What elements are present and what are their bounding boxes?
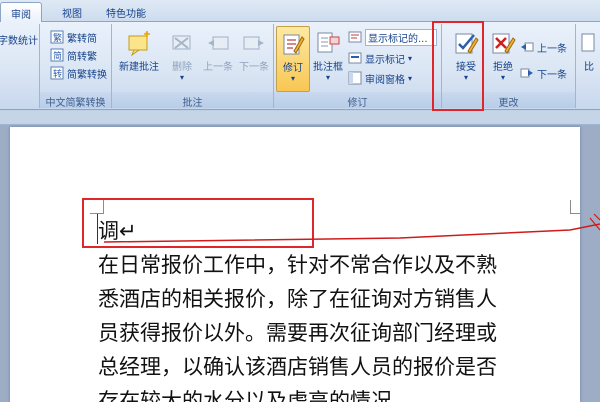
track-changes-button[interactable]: 修订 ▾ xyxy=(276,26,310,92)
show-markup-icon xyxy=(348,52,362,64)
chinese-convert-button[interactable]: 转 简繁转换 xyxy=(50,64,107,82)
reject-icon xyxy=(492,33,516,54)
tab-review[interactable]: 审阅 xyxy=(0,2,42,22)
ribbon: 字数统计 繁 繁转简 简 简转繁 转 简繁转换 中文简繁转换 新建批注 删除 ▾… xyxy=(0,22,600,110)
group-compare: 比 xyxy=(576,24,600,108)
revision-connector-line xyxy=(103,213,600,243)
document-line-4: 员获得报价以外。需要再次征询部门经理或 xyxy=(98,321,497,345)
document-line-6: 存在较大的水分以及虚高的情况 xyxy=(98,389,392,402)
chinese-convert-icon: 转 xyxy=(50,66,64,80)
svg-text:转: 转 xyxy=(53,68,62,80)
delete-comment-button[interactable]: 删除 ▾ xyxy=(164,26,200,90)
document-line-2: 在日常报价工作中，针对不常合作以及不熟 xyxy=(98,253,497,277)
chevron-down-icon: ▾ xyxy=(408,53,413,63)
previous-comment-button[interactable]: 上一条 xyxy=(200,26,236,90)
svg-text:繁: 繁 xyxy=(53,32,62,44)
ribbon-tab-strip: 审阅 视图 特色功能 xyxy=(0,0,600,22)
horizontal-ruler xyxy=(0,111,600,125)
simp-to-trad-button[interactable]: 简 简转繁 xyxy=(50,46,97,64)
group-label-tracking: 修订 xyxy=(274,92,441,109)
group-proofing: 字数统计 xyxy=(0,24,40,108)
group-chinese-conversion: 繁 繁转简 简 简转繁 转 简繁转换 中文简繁转换 xyxy=(40,24,112,109)
balloons-icon xyxy=(317,32,340,53)
markup-mode-dropdown[interactable]: 显示标记的... xyxy=(348,28,440,46)
compare-button[interactable]: 比 xyxy=(578,26,600,90)
word-count-label: 字数统计 xyxy=(0,35,38,47)
markup-mode-value: 显示标记的... xyxy=(365,28,437,46)
next-change-icon xyxy=(520,68,533,78)
track-changes-icon xyxy=(283,34,305,55)
previous-change-button[interactable]: 上一条 xyxy=(520,38,567,56)
new-comment-icon xyxy=(128,31,150,56)
group-label-comments: 批注 xyxy=(112,92,273,109)
previous-comment-icon xyxy=(208,36,229,50)
document-line-3: 悉酒店的相关报价，除了在征询对方销售人 xyxy=(98,287,497,311)
next-comment-button[interactable]: 下一条 xyxy=(236,26,272,90)
previous-change-icon xyxy=(521,42,534,52)
svg-text:简: 简 xyxy=(53,50,62,62)
delete-comment-icon xyxy=(172,35,191,50)
next-change-button[interactable]: 下一条 xyxy=(520,64,567,82)
group-tracking: 修订 ▾ 批注框 ▾ 显示标记的... 显示标记 ▾ 审阅窗格 ▾ 修订 xyxy=(274,24,442,109)
trad-to-simp-button[interactable]: 繁 繁转简 xyxy=(50,28,97,46)
reviewing-pane-button[interactable]: 审阅窗格 ▾ xyxy=(348,69,412,87)
compare-icon xyxy=(581,33,595,52)
next-comment-icon xyxy=(243,36,264,50)
trad-to-simp-icon: 繁 xyxy=(50,30,64,44)
reviewing-pane-icon xyxy=(348,71,362,85)
chevron-down-icon: ▾ xyxy=(408,73,413,83)
document-line-5: 总经理，以确认该酒店销售人员的报价是否 xyxy=(98,355,497,379)
new-comment-button[interactable]: 新建批注 xyxy=(116,26,162,90)
word-count-button[interactable]: 字数统计 xyxy=(0,30,38,48)
group-comments: 新建批注 删除 ▾ 上一条 下一条 批注 xyxy=(112,24,274,109)
balloons-button[interactable]: 批注框 ▾ xyxy=(310,26,346,90)
group-label-chinese: 中文简繁转换 xyxy=(40,92,111,109)
simp-to-trad-icon: 简 xyxy=(50,48,64,62)
reject-button[interactable]: 拒绝 ▾ xyxy=(488,26,518,90)
tab-view[interactable]: 视图 xyxy=(52,2,92,22)
tab-features[interactable]: 特色功能 xyxy=(96,2,156,22)
accept-highlight-box xyxy=(432,21,484,111)
markup-mode-icon xyxy=(348,31,362,43)
show-markup-button[interactable]: 显示标记 ▾ xyxy=(348,49,412,67)
